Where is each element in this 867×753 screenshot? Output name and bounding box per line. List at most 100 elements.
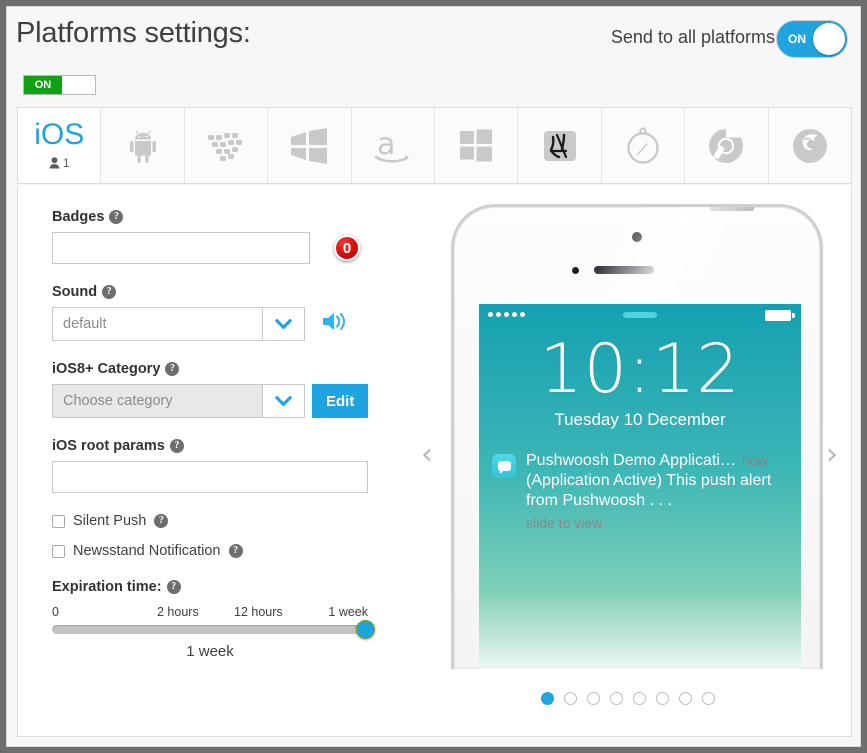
newsstand-row[interactable]: Newsstand Notification ?: [52, 543, 412, 559]
expiration-tick-0: 0: [52, 605, 59, 619]
svg-text:a: a: [377, 127, 395, 162]
pagination-dot[interactable]: [679, 692, 692, 705]
iphone-mockup: 10:12 Tuesday 10 December Pushwoosh Demo…: [451, 204, 823, 669]
sound-label: Sound ?: [52, 284, 412, 300]
windows-phone-icon: [291, 127, 328, 164]
windows-icon: [460, 129, 493, 161]
android-icon: [129, 129, 156, 163]
sidebar-item-firefox[interactable]: [768, 108, 852, 183]
notification-app-title: Pushwoosh Demo Applicati…: [526, 452, 736, 469]
signal-strength-icon: [488, 312, 525, 317]
sound-select[interactable]: default: [52, 307, 305, 341]
expiration-label: Expiration time: ?: [52, 579, 412, 595]
chevron-down-icon[interactable]: [262, 385, 304, 417]
pagination-dot[interactable]: [587, 692, 600, 705]
silent-push-row[interactable]: Silent Push ?: [52, 513, 412, 529]
sidebar-item-windows-phone[interactable]: [268, 108, 352, 183]
category-select[interactable]: Choose category: [52, 384, 305, 418]
amazon-icon: a: [374, 127, 409, 163]
expiration-ticks: 0 2 hours 12 hours 1 week: [52, 605, 368, 621]
sidebar-item-android[interactable]: [101, 108, 185, 183]
newsstand-label: Newsstand Notification: [73, 543, 221, 559]
sound-select-value: default: [63, 316, 107, 332]
sidebar-item-blackberry[interactable]: [184, 108, 269, 183]
category-select-value: Choose category: [53, 385, 262, 417]
silent-push-help-icon[interactable]: ?: [154, 514, 169, 528]
badges-help-icon[interactable]: ?: [109, 210, 124, 224]
page-title: Platforms settings:: [16, 17, 251, 49]
pagination-dot[interactable]: [633, 692, 646, 705]
sidebar-item-safari[interactable]: [601, 108, 686, 183]
expiration-value: 1 week: [186, 643, 234, 660]
notification-slide-hint: slide to view: [526, 515, 603, 531]
silent-push-checkbox[interactable]: [52, 514, 65, 528]
status-bar: [479, 304, 801, 326]
root-params-input[interactable]: [52, 461, 368, 493]
sound-label-text: Sound: [52, 284, 98, 300]
notification-message: (Application Active) This push alert fro…: [526, 472, 772, 509]
slider-track[interactable]: [52, 620, 375, 639]
pagination-dot[interactable]: [541, 692, 554, 705]
notification-preview[interactable]: Pushwoosh Demo Applicati… now (Applicati…: [479, 452, 801, 531]
sidebar-item-windows[interactable]: [435, 108, 519, 183]
expiration-slider[interactable]: 0 2 hours 12 hours 1 week 1 week: [52, 605, 375, 660]
pagination-dot[interactable]: [564, 692, 577, 705]
category-help-icon[interactable]: ?: [165, 362, 180, 376]
silent-push-label: Silent Push: [73, 513, 147, 529]
expiration-label-text: Expiration time:: [52, 579, 162, 595]
send-to-all-platforms-label: Send to all platforms:: [610, 27, 780, 47]
finder-icon: [543, 130, 576, 161]
notification-header: Pushwoosh Demo Applicati… now: [526, 452, 788, 470]
sidebar-item-chrome[interactable]: [685, 108, 769, 183]
platform-tabs: iOS 1 a: [17, 107, 852, 184]
expiration-tick-1: 2 hours: [157, 605, 199, 619]
chevron-down-icon[interactable]: [262, 308, 304, 340]
newsstand-checkbox[interactable]: [52, 544, 65, 558]
badges-input[interactable]: [52, 232, 310, 264]
category-label: iOS8+ Category ?: [52, 361, 412, 377]
badge-preview: 0: [334, 235, 360, 261]
sidebar-item-ios[interactable]: iOS 1: [18, 108, 102, 183]
newsstand-help-icon[interactable]: ?: [228, 544, 243, 558]
battery-icon: [765, 310, 795, 321]
root-params-help-icon[interactable]: ?: [169, 439, 184, 453]
expiration-tick-3: 1 week: [328, 605, 368, 619]
volume-button: [451, 325, 453, 359]
notification-body: Pushwoosh Demo Applicati… now (Applicati…: [526, 452, 788, 531]
ios-settings-form: Badges ? 0 Sound ? default iOS8+ Categor…: [52, 209, 412, 660]
chrome-icon: [709, 128, 744, 163]
carrier-indicator: [623, 312, 657, 318]
platform-enable-toggle[interactable]: ON: [23, 75, 96, 95]
lock-screen: 10:12 Tuesday 10 December Pushwoosh Demo…: [479, 304, 801, 669]
send-all-toggle-state: ON: [788, 32, 806, 46]
pagination-dot[interactable]: [656, 692, 669, 705]
speaker-icon[interactable]: [322, 311, 348, 337]
pagination-dot[interactable]: [702, 692, 715, 705]
badges-label: Badges ?: [52, 209, 412, 225]
lock-screen-time: 10:12: [539, 330, 741, 409]
message-bubble-icon: [492, 454, 516, 478]
root-params-label: iOS root params ?: [52, 438, 412, 454]
expiration-help-icon[interactable]: ?: [166, 580, 181, 594]
header: Platforms settings: Send to all platform…: [7, 7, 860, 69]
blackberry-icon: [208, 132, 243, 161]
send-to-all-platforms-toggle[interactable]: ON: [776, 20, 848, 58]
root-params-label-text: iOS root params: [52, 438, 165, 454]
edit-category-button[interactable]: Edit: [312, 384, 369, 418]
toggle-knob: [813, 23, 845, 55]
sound-help-icon[interactable]: ?: [102, 285, 117, 299]
ios-user-count-value: 1: [62, 155, 70, 170]
previous-preview-arrow[interactable]: ‹: [421, 440, 433, 470]
sidebar-item-mac-os-x[interactable]: [518, 108, 602, 183]
notification-time: now: [741, 452, 768, 468]
slider-handle[interactable]: [356, 620, 375, 639]
badges-row: 0: [52, 232, 412, 264]
next-preview-arrow[interactable]: ›: [826, 440, 838, 470]
safari-icon: [627, 126, 659, 164]
platform-enable-toggle-state: ON: [24, 76, 62, 94]
badges-label-text: Badges: [52, 209, 105, 225]
ios-user-count: 1: [49, 156, 70, 170]
sidebar-item-amazon[interactable]: a: [351, 108, 436, 183]
lock-screen-date: Tuesday 10 December: [554, 410, 726, 429]
pagination-dot[interactable]: [610, 692, 623, 705]
